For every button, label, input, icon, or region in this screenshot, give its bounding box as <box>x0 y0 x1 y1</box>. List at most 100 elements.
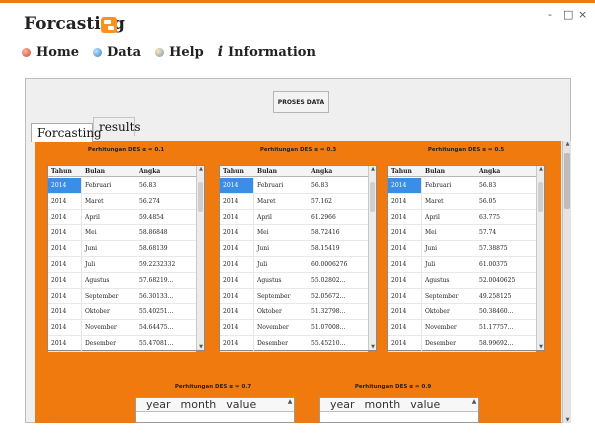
table-row[interactable]: 2014 Oktober 51.32798... <box>220 304 368 321</box>
minimize-button[interactable]: - <box>548 8 552 21</box>
cell-bulan: Juli <box>257 260 268 268</box>
table-alpha-0-3[interactable]: Tahun Bulan Angka 2014 Februari 56.83 2014 M… <box>219 165 377 352</box>
proses-data-button[interactable]: PROSES DATA <box>273 91 329 113</box>
scroll-down-icon[interactable]: ▼ <box>537 344 545 350</box>
table-row[interactable]: 2014 Oktober 55.40251... <box>48 304 196 321</box>
cell-angka: 57.74 <box>479 229 497 237</box>
table-scrollbar[interactable]: ▲ ▼ <box>196 166 204 350</box>
cell-tahun: 2014 <box>48 225 82 241</box>
table-row[interactable]: 2014 Mei 58.86848 <box>48 225 196 242</box>
table-row[interactable]: 2014 September 52.05672... <box>220 288 368 305</box>
table-row[interactable]: 2014 April 59.4854 <box>48 209 196 226</box>
cell-bulan: Mei <box>425 229 437 237</box>
menu-data-label: Data <box>106 44 142 60</box>
data-icon <box>92 47 102 57</box>
cell-bulan: Mei <box>85 229 97 237</box>
table-row[interactable]: 2014 November 51.07008... <box>220 320 368 336</box>
table-row[interactable]: 2014 Maret 56.274 <box>48 193 196 210</box>
table-alpha-0-1[interactable]: Tahun Bulan Angka 2014 Februari 56.83 2014 M… <box>47 165 205 352</box>
header-month: month <box>180 398 217 411</box>
scroll-thumb[interactable] <box>538 182 543 212</box>
cell-bulan: September <box>425 292 459 300</box>
scroll-up-icon[interactable]: ▲ <box>563 141 572 147</box>
table-row[interactable]: 2014 Februari 56.83 <box>220 178 368 194</box>
table-row[interactable]: 2014 Juni 58.68139 <box>48 241 196 257</box>
cell-tahun: 2014 <box>220 304 254 320</box>
table-row[interactable]: 2014 Agustus 57.68219... <box>48 272 196 289</box>
table-row[interactable]: 2014 Februari 56.83 <box>388 178 536 194</box>
cell-tahun: 2014 <box>388 304 422 320</box>
cell-bulan: Desember <box>257 339 288 347</box>
table-row[interactable]: 2014 Juli 59.2232332 <box>48 256 196 273</box>
help-icon <box>155 47 165 57</box>
table-row[interactable]: 2014 Agustus 52.0040625 <box>388 272 536 289</box>
table-row[interactable]: 2014 Juli 60.0006276 <box>220 256 368 273</box>
menu-home[interactable]: Home <box>22 45 79 60</box>
table-scrollbar[interactable]: ▲ ▼ <box>368 166 376 350</box>
table-row[interactable]: 2014 Maret 56.05 <box>388 193 536 210</box>
table-row[interactable]: 2014 April 63.775 <box>388 209 536 226</box>
scroll-down-icon[interactable]: ▼ <box>197 344 205 350</box>
table-row[interactable]: 2014 Oktober 50.38460... <box>388 304 536 321</box>
menu-information[interactable]: i Information <box>218 44 316 60</box>
cell-angka: 58.99692... <box>479 339 514 347</box>
menu-data[interactable]: Data <box>92 44 142 60</box>
scroll-thumb[interactable] <box>198 182 203 212</box>
table-row[interactable]: 2014 Mei 58.72416 <box>220 225 368 242</box>
cell-bulan: Juli <box>85 260 96 268</box>
maximize-button[interactable]: □ <box>563 8 573 21</box>
table-alpha-0-9[interactable]: year month value ▲ <box>319 397 479 423</box>
cell-angka: 55.47081... <box>139 339 174 347</box>
scroll-up-icon[interactable]: ▲ <box>197 166 205 172</box>
cell-bulan: April <box>425 213 440 221</box>
table-row[interactable]: 2014 September 56.30133... <box>48 288 196 305</box>
table-row[interactable]: 2014 September 49.258125 <box>388 288 536 305</box>
scroll-thumb[interactable] <box>370 182 375 212</box>
cell-angka: 57.68219... <box>139 276 174 284</box>
cell-bulan: Februari <box>257 182 284 189</box>
tab-forcasting[interactable]: Forcasting <box>31 123 102 142</box>
scroll-up-icon[interactable]: ▲ <box>369 166 377 172</box>
table-row[interactable]: 2014 November 54.64475... <box>48 320 196 336</box>
table-row[interactable]: 2014 Februari 56.83 <box>48 178 196 194</box>
table-row[interactable]: 2014 Agustus 55.02802... <box>220 272 368 289</box>
cell-angka: 52.05672... <box>311 292 346 300</box>
table-alpha-0-7[interactable]: year month value ▲ <box>135 397 295 423</box>
cell-tahun: 2014 <box>220 256 254 272</box>
cell-angka: 58.72416 <box>311 229 340 237</box>
cell-bulan: Juni <box>85 245 98 253</box>
scroll-up-icon[interactable]: ▲ <box>537 166 545 172</box>
scroll-thumb[interactable] <box>564 153 570 209</box>
cell-angka: 57.38875 <box>479 245 508 253</box>
close-button[interactable]: × <box>578 8 587 21</box>
menu-home-label: Home <box>36 44 79 60</box>
cell-angka: 51.07008... <box>311 324 346 332</box>
table-row[interactable]: 2014 November 51.17757... <box>388 320 536 336</box>
table-header: Tahun Bulan Angka <box>48 166 204 177</box>
header-year: year <box>146 398 171 411</box>
table-row[interactable]: 2014 April 61.2966 <box>220 209 368 226</box>
cell-bulan: Juni <box>257 245 270 253</box>
cell-angka: 61.2966 <box>311 213 336 221</box>
scroll-down-icon[interactable]: ▼ <box>563 417 572 423</box>
table-scrollbar[interactable]: ▲ ▼ <box>536 166 544 350</box>
scroll-up-icon[interactable]: ▲ <box>286 398 294 412</box>
table-row[interactable]: 2014 Juni 57.38875 <box>388 241 536 257</box>
table-title-alpha-0-7: Perhitungan DES α = 0.7 <box>174 384 252 390</box>
menu-information-label: Information <box>228 44 316 60</box>
panel-scrollbar[interactable]: ▲ ▼ <box>562 141 571 423</box>
table-row[interactable]: 2014 Desember 55.47081... <box>48 335 196 352</box>
table-row[interactable]: 2014 Juli 61.00375 <box>388 256 536 273</box>
table-row[interactable]: 2014 Desember 58.99692... <box>388 335 536 352</box>
scroll-up-icon[interactable]: ▲ <box>470 398 478 412</box>
cell-angka: 56.274 <box>139 197 160 205</box>
table-row[interactable]: 2014 Mei 57.74 <box>388 225 536 242</box>
table-row[interactable]: 2014 Maret 57.162 <box>220 193 368 210</box>
table-alpha-0-5[interactable]: Tahun Bulan Angka 2014 Februari 56.83 2014 M… <box>387 165 545 352</box>
menu-help[interactable]: Help <box>155 45 204 60</box>
table-row[interactable]: 2014 Desember 55.45210... <box>220 335 368 352</box>
table-row[interactable]: 2014 Juni 58.15419 <box>220 241 368 257</box>
cell-angka: 58.68139 <box>139 245 168 253</box>
cell-tahun: 2014 <box>48 335 82 351</box>
scroll-down-icon[interactable]: ▼ <box>369 344 377 350</box>
